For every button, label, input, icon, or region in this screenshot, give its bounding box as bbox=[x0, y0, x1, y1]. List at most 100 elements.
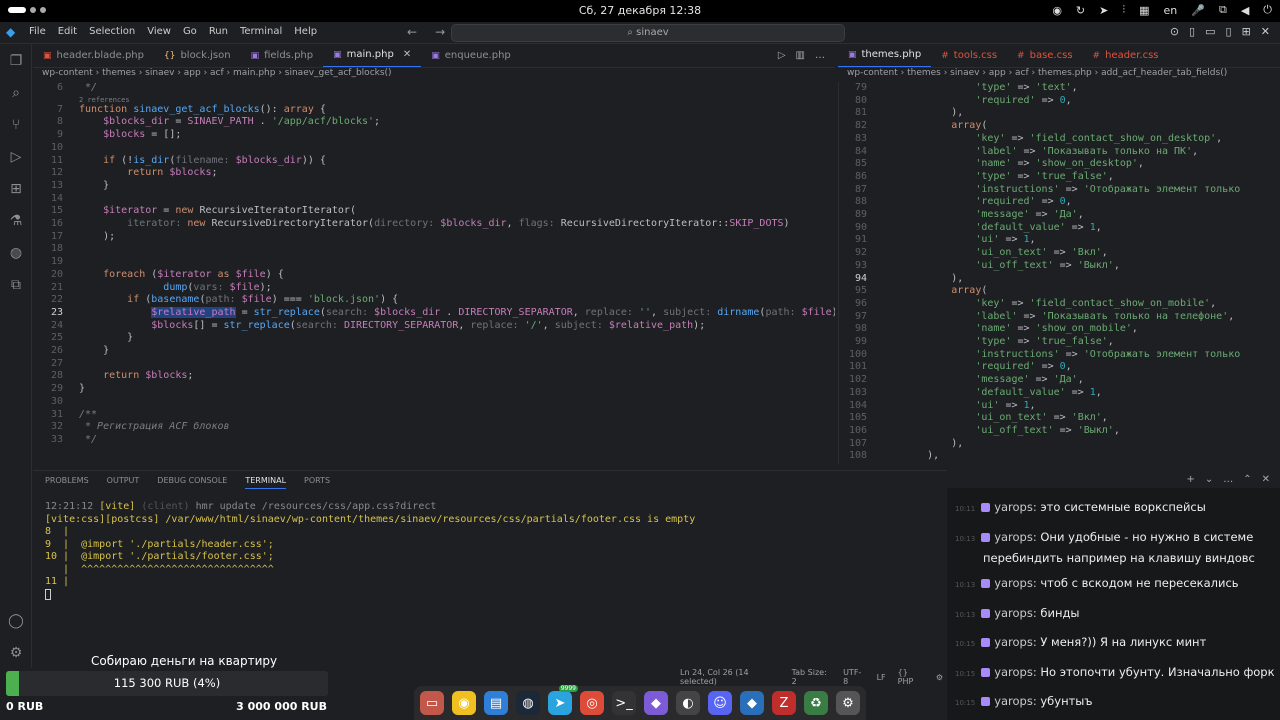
settings-icon[interactable]: ⚙ bbox=[836, 691, 860, 715]
search-icon[interactable]: ⌕ bbox=[7, 84, 25, 102]
docker-icon[interactable]: ◍ bbox=[7, 244, 25, 262]
tab-fields-php[interactable]: ▣ fields.php bbox=[241, 44, 324, 67]
network-icon[interactable]: ⧉ bbox=[1219, 3, 1227, 17]
vscode-icon[interactable]: ◆ bbox=[740, 691, 764, 715]
code-line[interactable]: 24 $blocks[] = str_replace(search: DIREC… bbox=[33, 320, 835, 333]
steam-icon[interactable]: ◍ bbox=[516, 691, 540, 715]
code-line[interactable]: 8 $blocks_dir = SINAEV_PATH . '/app/acf/… bbox=[33, 116, 835, 129]
cursor-position[interactable]: Ln 24, Col 26 (14 selected) bbox=[680, 668, 780, 686]
customize-layout-icon[interactable]: ⊞ bbox=[1242, 25, 1251, 38]
terminal-icon[interactable]: >_ bbox=[612, 691, 636, 715]
menu-help[interactable]: Help bbox=[294, 26, 317, 37]
obsidian-icon[interactable]: ◆ bbox=[644, 691, 668, 715]
layout-secondary-icon[interactable]: ▯ bbox=[1226, 25, 1232, 38]
forward-arrow-icon[interactable]: → bbox=[435, 25, 445, 39]
menu-edit[interactable]: Edit bbox=[58, 26, 77, 37]
code-line[interactable]: 102 'message' => 'Да', bbox=[839, 374, 1280, 387]
code-line[interactable]: 32 * Регистрация ACF блоков bbox=[33, 421, 835, 434]
language-indicator[interactable]: en bbox=[1164, 4, 1178, 17]
discord-icon[interactable]: ☺ bbox=[708, 691, 732, 715]
power-icon[interactable]: ⏻ bbox=[1263, 3, 1272, 17]
text-editor-icon[interactable]: ▤ bbox=[484, 691, 508, 715]
more-actions-icon[interactable]: … bbox=[1223, 474, 1233, 485]
back-arrow-icon[interactable]: ← bbox=[407, 25, 417, 39]
code-line[interactable]: 89 'message' => 'Да', bbox=[839, 209, 1280, 222]
code-line[interactable]: 96 'key' => 'field_contact_show_on_mobil… bbox=[839, 298, 1280, 311]
remote-explorer-icon[interactable]: ⧉ bbox=[7, 276, 25, 294]
code-line[interactable]: 91 'ui' => 1, bbox=[839, 234, 1280, 247]
copilot-icon[interactable]: ⊙ bbox=[1170, 25, 1179, 38]
left-breadcrumb[interactable]: wp-content › themes › sinaev › app › acf… bbox=[42, 68, 392, 82]
panel-tab-problems[interactable]: PROBLEMS bbox=[45, 476, 89, 489]
code-line[interactable]: 7 function sinaev_get_acf_blocks(): array… bbox=[33, 104, 835, 117]
code-line[interactable]: 27 bbox=[33, 358, 835, 371]
code-line[interactable]: 105 'ui_on_text' => 'Вкл', bbox=[839, 412, 1280, 425]
terminal-output[interactable]: 12:21:12 [vite] (client) hmr update /res… bbox=[45, 501, 695, 602]
language-mode[interactable]: {} PHP bbox=[898, 668, 924, 686]
equalizer-tray-icon[interactable]: ⫶ bbox=[1122, 3, 1125, 17]
obs-icon[interactable]: ◐ bbox=[676, 691, 700, 715]
code-line[interactable]: 21 dump(vars: $file); bbox=[33, 282, 835, 295]
code-line[interactable]: 13 } bbox=[33, 180, 835, 193]
extensions-icon[interactable]: ⊞ bbox=[7, 180, 25, 198]
code-line[interactable]: 88 'required' => 0, bbox=[839, 196, 1280, 209]
code-line[interactable]: 98 'name' => 'show_on_mobile', bbox=[839, 323, 1280, 336]
terminal-cursor[interactable] bbox=[45, 588, 695, 602]
code-line[interactable]: 106 'ui_off_text' => 'Выкл', bbox=[839, 425, 1280, 438]
code-line[interactable]: 86 'type' => 'true_false', bbox=[839, 171, 1280, 184]
code-line[interactable]: 103 'default_value' => 1, bbox=[839, 387, 1280, 400]
right-breadcrumb[interactable]: wp-content › themes › sinaev › app › acf… bbox=[847, 68, 1227, 82]
encoding[interactable]: UTF-8 bbox=[843, 668, 865, 686]
tab-size[interactable]: Tab Size: 2 bbox=[792, 668, 831, 686]
code-line[interactable]: 15 $iterator = new RecursiveIteratorIter… bbox=[33, 205, 835, 218]
close-window-icon[interactable]: ✕ bbox=[1261, 25, 1270, 38]
code-line[interactable]: 14 bbox=[33, 193, 835, 206]
code-line[interactable]: 107 ), bbox=[839, 438, 1280, 451]
code-line[interactable]: 81 ), bbox=[839, 107, 1280, 120]
code-line[interactable]: 97 'label' => 'Показывать только на теле… bbox=[839, 311, 1280, 324]
layout-panel-icon[interactable]: ▭ bbox=[1205, 25, 1215, 38]
volume-icon[interactable]: ◀ bbox=[1241, 4, 1249, 17]
chat-username[interactable]: yarops: bbox=[994, 500, 1040, 514]
trash-icon[interactable]: ♻ bbox=[804, 691, 828, 715]
account-icon[interactable]: ◯ bbox=[7, 612, 25, 630]
panel-tab-debug-console[interactable]: DEBUG CONSOLE bbox=[157, 476, 227, 489]
code-line[interactable]: 20 foreach ($iterator as $file) { bbox=[33, 269, 835, 282]
code-line[interactable]: 100 'instructions' => 'Отображать элемен… bbox=[839, 349, 1280, 362]
calendar-tray-icon[interactable]: ▦ bbox=[1139, 4, 1149, 17]
tab-header-css[interactable]: # header.css bbox=[1083, 44, 1169, 67]
command-center-search[interactable]: ⌕ sinaev bbox=[451, 24, 845, 42]
code-line[interactable]: 99 'type' => 'true_false', bbox=[839, 336, 1280, 349]
chat-username[interactable]: yarops: bbox=[994, 530, 1040, 544]
tab-base-css[interactable]: # base.css bbox=[1007, 44, 1082, 67]
code-line[interactable]: 29} bbox=[33, 383, 835, 396]
close-tab-icon[interactable]: ✕ bbox=[403, 43, 411, 67]
code-line[interactable]: 31 /** bbox=[33, 409, 835, 422]
panel-tab-output[interactable]: OUTPUT bbox=[107, 476, 140, 489]
menu-selection[interactable]: Selection bbox=[89, 26, 135, 37]
new-terminal-icon[interactable]: + bbox=[1186, 474, 1194, 485]
code-line[interactable]: 16 iterator: new RecursiveDirectoryItera… bbox=[33, 218, 835, 231]
code-line[interactable]: 25 } bbox=[33, 332, 835, 345]
code-line[interactable]: 17 ); bbox=[33, 231, 835, 244]
code-line[interactable]: 94 ), bbox=[839, 273, 1280, 286]
steam-tray-icon[interactable]: ◉ bbox=[1052, 4, 1062, 17]
tab-themes-php[interactable]: ▣ themes.php bbox=[838, 44, 932, 67]
code-line[interactable]: 28 return $blocks; bbox=[33, 370, 835, 383]
chat-username[interactable]: yarops: bbox=[994, 694, 1040, 708]
maximize-panel-icon[interactable]: ⌃ bbox=[1243, 474, 1251, 485]
chat-username[interactable]: yarops: bbox=[994, 635, 1040, 649]
code-line[interactable]: 83 'key' => 'field_contact_show_on_deskt… bbox=[839, 133, 1280, 146]
code-line[interactable]: 90 'default_value' => 1, bbox=[839, 222, 1280, 235]
more-actions-icon[interactable]: … bbox=[815, 44, 825, 67]
tab-enqueue-php[interactable]: ▣ enqueue.php bbox=[421, 44, 521, 67]
menu-view[interactable]: View bbox=[147, 26, 171, 37]
chat-username[interactable]: yarops: bbox=[994, 606, 1040, 620]
panel-tab-terminal[interactable]: TERMINAL bbox=[245, 476, 287, 489]
tab-block-json[interactable]: {} block.json bbox=[154, 44, 241, 67]
close-panel-icon[interactable]: ✕ bbox=[1262, 474, 1270, 485]
code-line[interactable]: 9 $blocks = []; bbox=[33, 129, 835, 142]
telegram-tray-icon[interactable]: ➤ bbox=[1099, 4, 1108, 17]
code-line[interactable]: 12 return $blocks; bbox=[33, 167, 835, 180]
code-line[interactable]: 11 if (!is_dir(filename: $blocks_dir)) { bbox=[33, 155, 835, 168]
